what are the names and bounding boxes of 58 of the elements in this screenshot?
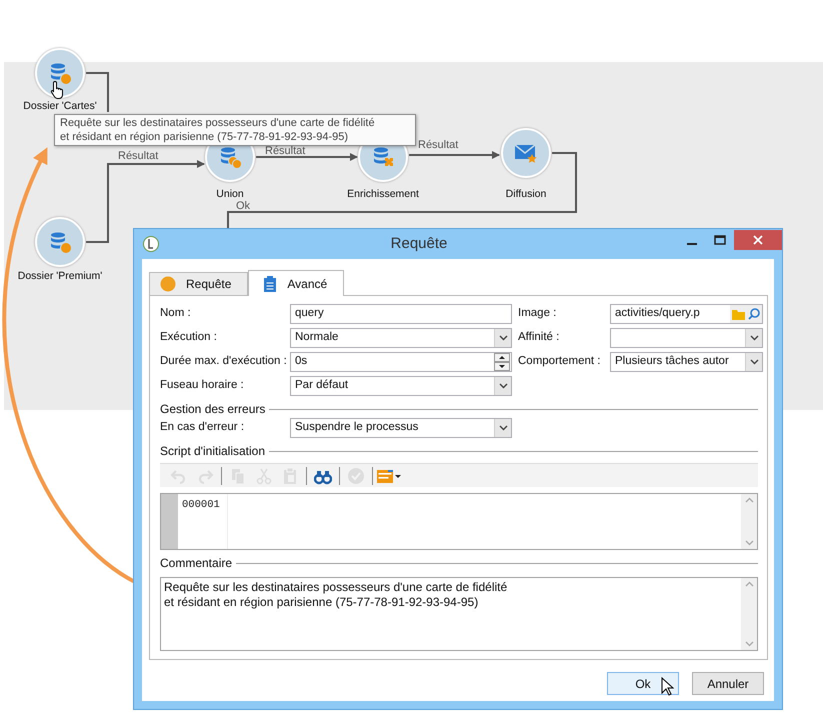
- field-label: Affinité :: [518, 330, 560, 346]
- chevron-down-icon: [498, 383, 508, 389]
- spinner-arrows-icon: [494, 353, 510, 371]
- node-label: Dossier 'Cartes': [23, 100, 97, 112]
- section-title: Commentaire: [160, 555, 232, 572]
- field-label: Exécution :: [160, 330, 218, 346]
- chevron-down-icon: [750, 359, 758, 365]
- field-label: Durée max. d'exécution :: [160, 354, 288, 370]
- dropdown-field[interactable]: [610, 328, 763, 348]
- line-number: 000001: [182, 498, 221, 513]
- chevron-down-icon: [498, 335, 508, 341]
- minimize-icon: [687, 243, 697, 245]
- transition-label: Résultat: [118, 151, 158, 162]
- input-field[interactable]: query: [290, 304, 512, 324]
- node-label: Union: [216, 188, 244, 200]
- pointer-cursor-icon: [661, 677, 674, 697]
- field-label: Image :: [518, 306, 558, 322]
- transition-label: Résultat: [265, 146, 306, 157]
- image-field[interactable]: activities/query.p: [610, 304, 763, 324]
- section-title: Gestion des erreurs: [160, 401, 266, 418]
- field-label: En cas d'erreur :: [160, 420, 246, 436]
- field-label: Nom :: [160, 306, 192, 322]
- ok-button[interactable]: Ok: [607, 672, 679, 695]
- spin-field[interactable]: 0s: [290, 352, 512, 372]
- scroll-up-icon: [744, 581, 754, 587]
- close-button[interactable]: [734, 230, 782, 250]
- comment-field[interactable]: Requête sur les destinataires possesseurs d'une carte de fidélité et résidant en région parisienne (75-77-78-91-92-93-94-95): [160, 577, 758, 651]
- cancel-button[interactable]: Annuler: [692, 672, 764, 695]
- app-icon: [142, 235, 160, 253]
- dropdown-field[interactable]: Par défaut: [290, 376, 512, 396]
- search-icon: [748, 308, 760, 320]
- maximize-icon: [714, 235, 726, 245]
- folder-icon: [732, 308, 745, 320]
- tab[interactable]: Avancé: [248, 270, 344, 296]
- hand-cursor-icon: [50, 80, 66, 100]
- field-label: Fuseau horaire :: [160, 378, 245, 394]
- node-label: Enrichissement: [347, 188, 419, 200]
- dropdown-field[interactable]: Suspendre le processus: [290, 418, 512, 438]
- transition-label: Résultat: [418, 140, 458, 151]
- dropdown-field[interactable]: Plusieurs tâches autor: [610, 352, 763, 372]
- node-label: Dossier 'Premium': [18, 270, 102, 282]
- transition-label: Ok: [236, 201, 250, 212]
- tooltip: Requête sur les destinataires possesseurs d'une carte de fidélité et résidant en région parisienne (75-77-78-91-92-93-94-95): [54, 114, 416, 146]
- circle-icon: [160, 276, 176, 292]
- clipboard-icon: [263, 276, 278, 292]
- scroll-down-icon: [744, 540, 754, 546]
- scroll-up-icon: [744, 497, 754, 503]
- chevron-down-icon: [498, 425, 508, 431]
- chevron-down-icon: [750, 335, 758, 341]
- close-icon: [753, 235, 763, 245]
- tab[interactable]: Requête: [149, 272, 248, 295]
- window-title: Requête: [390, 234, 448, 254]
- node-label: Diffusion: [506, 188, 546, 200]
- scroll-down-icon: [744, 641, 754, 647]
- dropdown-field[interactable]: Normale: [290, 328, 512, 348]
- field-label: Comportement :: [518, 354, 602, 370]
- section-title: Script d'initialisation: [160, 443, 266, 460]
- code-editor[interactable]: 000001: [160, 493, 758, 550]
